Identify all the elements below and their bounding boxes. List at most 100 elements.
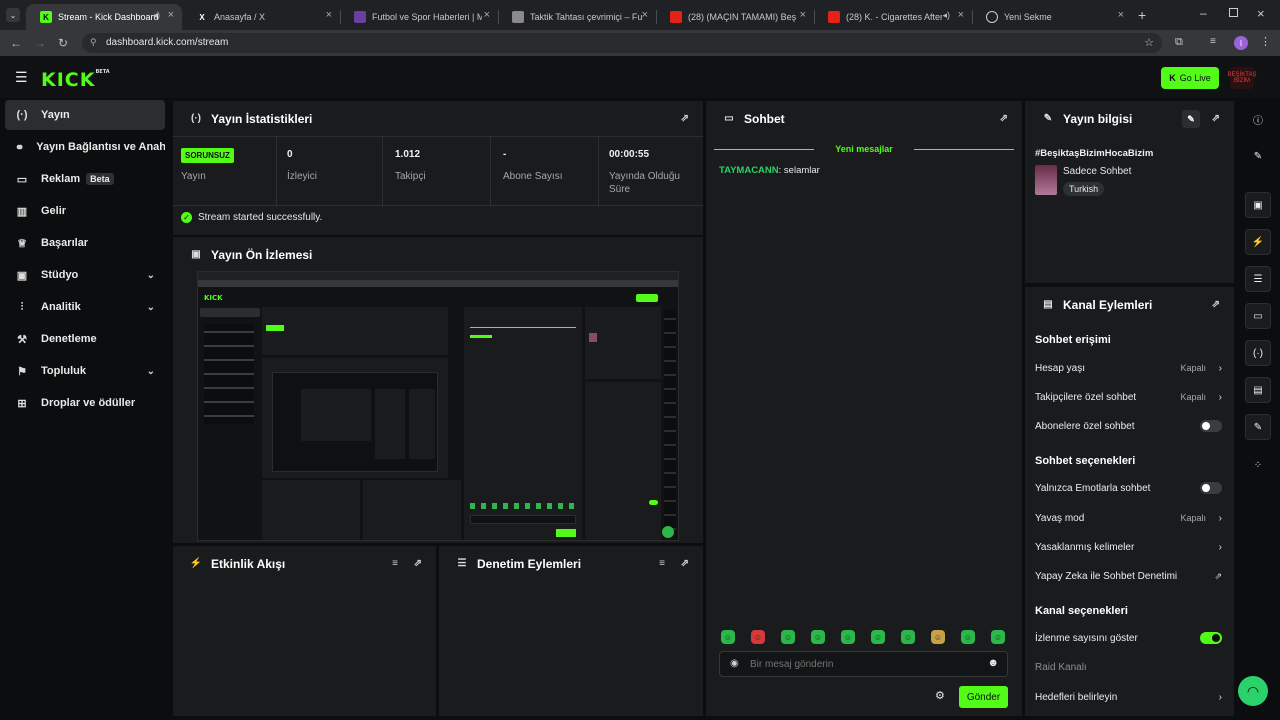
new-tab-icon[interactable]: + — [1138, 7, 1146, 23]
chat-settings-gear-icon[interactable]: ⚙ — [935, 689, 945, 702]
popout-icon[interactable]: ⇗ — [414, 558, 422, 569]
close-tab-icon[interactable]: × — [800, 9, 806, 21]
chat-bubble-icon: ▭ — [724, 113, 734, 124]
setting-slow-mode[interactable]: Yavaş mod Kapalı › — [1035, 506, 1222, 530]
channel-actions-icon[interactable]: ▤ — [1245, 377, 1271, 403]
channel-avatar[interactable]: BEŞİKTAŞ BİZİM — [1228, 67, 1256, 89]
stream-preview-video[interactable]: KICK — [197, 271, 679, 541]
speaker-icon[interactable]: ◂) — [152, 10, 160, 21]
sidebar-item-reklam[interactable]: ▭ Reklam Beta — [5, 164, 165, 194]
help-support-icon[interactable]: ◠ — [1238, 676, 1268, 706]
list-icon: ☰ — [457, 558, 467, 569]
sidebar-item-yayin[interactable]: (·) Yayın — [5, 100, 165, 130]
hamburger-menu-icon[interactable]: ☰ — [15, 69, 28, 86]
emote-icon[interactable]: ☺ — [901, 630, 915, 644]
go-live-button[interactable]: K Go Live — [1161, 67, 1219, 89]
setting-banned-words[interactable]: Yasaklanmış kelimeler › — [1035, 535, 1222, 559]
setting-followers-only[interactable]: Takipçilere özel sohbet Kapalı › — [1035, 385, 1222, 409]
browser-tab[interactable]: Futbol ve Spor Haberleri | Maç × — [340, 4, 498, 30]
filter-icon[interactable]: ≡ — [659, 558, 665, 569]
close-tab-icon[interactable]: × — [1118, 9, 1124, 21]
sidebar-item-studyo[interactable]: ▣ Stüdyo ⌄ — [5, 260, 165, 290]
panel-title: Sohbet — [744, 111, 785, 126]
emote-icon[interactable]: ☺ — [811, 630, 825, 644]
close-tab-icon[interactable]: × — [168, 9, 174, 21]
popout-icon[interactable]: ⇗ — [1212, 299, 1220, 310]
preview-channel-actions — [585, 382, 661, 540]
stat-label: Abone Sayısı — [503, 171, 563, 182]
back-icon[interactable]: ← — [10, 36, 22, 50]
category-name[interactable]: Sadece Sohbet — [1063, 166, 1131, 177]
close-window-icon[interactable]: × — [1257, 6, 1265, 21]
emote-icon[interactable]: ☺ — [991, 630, 1005, 644]
chat-username[interactable]: TAYMACANN — [719, 165, 779, 176]
popout-icon[interactable]: ⇗ — [681, 558, 689, 569]
popout-icon[interactable]: ⇗ — [1000, 113, 1008, 124]
stream-icon[interactable]: (·) — [1245, 340, 1271, 366]
browser-menu-icon[interactable]: ⋮ — [1260, 35, 1271, 48]
url-field[interactable]: ⚲ dashboard.kick.com/stream ☆ — [82, 33, 1162, 53]
sidebar-item-gelir[interactable]: ▥ Gelir — [5, 196, 165, 226]
sidebar-item-basarilar[interactable]: ♕ Başarılar — [5, 228, 165, 258]
add-widget-icon[interactable]: ⁘ — [1245, 452, 1271, 478]
extensions-icon[interactable]: ⧉ — [1175, 36, 1183, 49]
sidebar-item-denetleme[interactable]: ⚒ Denetleme — [5, 324, 165, 354]
emote-icon[interactable]: ☺ — [871, 630, 885, 644]
wrench-icon[interactable]: ✎ — [1245, 414, 1271, 440]
kick-logo[interactable]: KICKBETA — [41, 69, 110, 91]
browser-tab[interactable]: (28) K. - Cigarettes After Sex ◂) × — [814, 4, 972, 30]
pencil-icon[interactable]: ✎ — [1245, 143, 1271, 169]
speaker-icon[interactable]: ◂) — [942, 10, 950, 21]
restore-icon[interactable] — [1229, 8, 1238, 17]
filter-icon[interactable]: ≡ — [392, 558, 398, 569]
lightning-icon[interactable]: ⚡ — [1245, 229, 1271, 255]
send-button[interactable]: Gönder — [959, 686, 1008, 708]
emote-only-toggle[interactable] — [1200, 482, 1222, 494]
panel-header: ⚡ Etkinlik Akışı ≡ ⇗ — [173, 546, 436, 581]
emote-icon[interactable]: ☺ — [841, 630, 855, 644]
popout-icon[interactable]: ⇗ — [1212, 113, 1220, 124]
sidebar-item-analitik[interactable]: ⫶ Analitik ⌄ — [5, 292, 165, 322]
reload-icon[interactable]: ↻ — [58, 36, 68, 50]
chat-input[interactable]: ◉ ☻ — [719, 651, 1008, 677]
bookmark-star-icon[interactable]: ☆ — [1144, 36, 1154, 49]
minimize-icon[interactable]: – — [1200, 6, 1207, 20]
emoji-icon[interactable]: ☻ — [987, 657, 999, 669]
emote-icon[interactable]: ☺ — [721, 630, 735, 644]
browser-tab[interactable]: Yeni Sekme × — [972, 4, 1132, 30]
browser-tab[interactable]: Taktik Tahtası çevrimiçi – Futbol × — [498, 4, 656, 30]
close-tab-icon[interactable]: × — [326, 9, 332, 21]
tab-list-icon[interactable]: ⌄ — [6, 8, 20, 22]
sidebar-item-droplar[interactable]: ⊞ Droplar ve ödüller — [5, 388, 165, 418]
emote-icon[interactable]: ☺ — [931, 630, 945, 644]
media-controls-icon[interactable]: ≡ — [1210, 36, 1216, 47]
emote-icon[interactable]: ☺ — [961, 630, 975, 644]
setting-goals[interactable]: Hedefleri belirleyin › — [1035, 685, 1222, 709]
site-info-icon[interactable]: ⚲ — [90, 37, 97, 48]
list-icon[interactable]: ☰ — [1245, 266, 1271, 292]
close-tab-icon[interactable]: × — [642, 9, 648, 21]
browser-tab[interactable]: X Anasayfa / X × — [182, 4, 340, 30]
forward-icon[interactable]: → — [34, 36, 46, 50]
sidebar-item-topluluk[interactable]: ⚑ Topluluk ⌄ — [5, 356, 165, 386]
chat-input-field[interactable] — [750, 657, 980, 671]
emote-icon[interactable]: ☺ — [781, 630, 795, 644]
setting-account-age[interactable]: Hesap yaşı Kapalı › — [1035, 356, 1222, 380]
emote-icon[interactable]: ☺ — [751, 630, 765, 644]
chat-bubble-icon[interactable]: ▭ — [1245, 303, 1271, 329]
subscribers-only-toggle[interactable] — [1200, 420, 1222, 432]
profile-avatar[interactable]: I — [1234, 36, 1248, 50]
info-icon[interactable]: ⓘ — [1245, 106, 1271, 132]
preview-panel-icon[interactable]: ▣ — [1245, 192, 1271, 218]
close-tab-icon[interactable]: × — [958, 9, 964, 21]
browser-tab[interactable]: K Stream - Kick Dashboard ◂) × — [26, 4, 182, 30]
edit-pencil-icon[interactable]: ✎ — [1182, 110, 1200, 128]
popout-icon[interactable]: ⇗ — [681, 113, 689, 124]
setting-ai-moderation[interactable]: Yapay Zeka ile Sohbet Denetimi ⇗ — [1035, 564, 1222, 588]
viewer-count-toggle[interactable] — [1200, 632, 1222, 644]
browser-tab[interactable]: (28) (MAÇIN TAMAMI) Beşiktaş × — [656, 4, 814, 30]
sidebar-item-stream-key[interactable]: ⚭ Yayın Bağlantısı ve Anahtar — [5, 132, 165, 162]
chevron-right-icon: › — [1218, 512, 1222, 524]
browser-address-bar: ← → ↻ ⚲ dashboard.kick.com/stream ☆ ⧉ ≡ … — [0, 30, 1280, 56]
close-tab-icon[interactable]: × — [484, 9, 490, 21]
